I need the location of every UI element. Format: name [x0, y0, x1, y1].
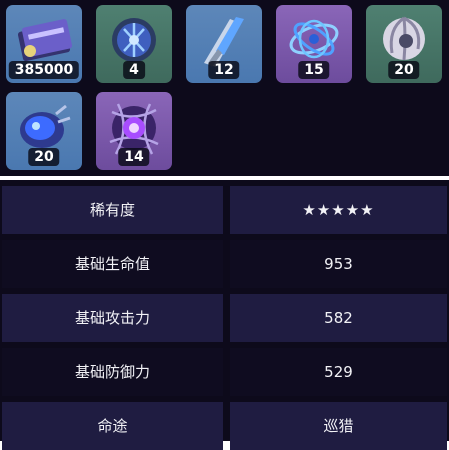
- stat-row-rarity: 稀有度 ★★★★★: [0, 186, 449, 234]
- stat-label: 基础生命值: [2, 240, 223, 288]
- item-count: 15: [298, 61, 330, 79]
- item-count: 20: [388, 61, 420, 79]
- material-item-orb[interactable]: 4: [96, 5, 172, 83]
- material-item-beast[interactable]: 20: [6, 92, 82, 170]
- stat-value: 529: [230, 348, 447, 396]
- item-count: 14: [118, 148, 150, 166]
- item-count: 20: [28, 148, 60, 166]
- stat-value: 582: [230, 294, 447, 342]
- material-item-core[interactable]: 14: [96, 92, 172, 170]
- material-item-shell[interactable]: 20: [366, 5, 442, 83]
- item-count: 4: [123, 61, 145, 79]
- stat-row-hp: 基础生命值 953: [0, 240, 449, 288]
- stat-label: 命途: [2, 402, 223, 450]
- stat-value: 巡猎: [230, 402, 447, 450]
- stat-label: 基础攻击力: [2, 294, 223, 342]
- item-count: 12: [208, 61, 240, 79]
- material-item-wire[interactable]: 15: [276, 5, 352, 83]
- item-count: 385000: [8, 61, 80, 79]
- material-item-shard[interactable]: 12: [186, 5, 262, 83]
- stat-value: 953: [230, 240, 447, 288]
- stat-label: 基础防御力: [2, 348, 223, 396]
- stat-row-def: 基础防御力 529: [0, 348, 449, 396]
- material-item-credit[interactable]: 385000: [6, 5, 82, 83]
- materials-panel: 385000 4 12 15 20 20 14: [0, 0, 449, 176]
- stat-row-atk: 基础攻击力 582: [0, 294, 449, 342]
- stat-row-path: 命途 巡猎: [0, 402, 449, 450]
- rarity-stars: ★★★★★: [230, 186, 447, 234]
- stats-table: 稀有度 ★★★★★ 基础生命值 953 基础攻击力 582 基础防御力 529 …: [0, 180, 449, 450]
- stat-label: 稀有度: [2, 186, 223, 234]
